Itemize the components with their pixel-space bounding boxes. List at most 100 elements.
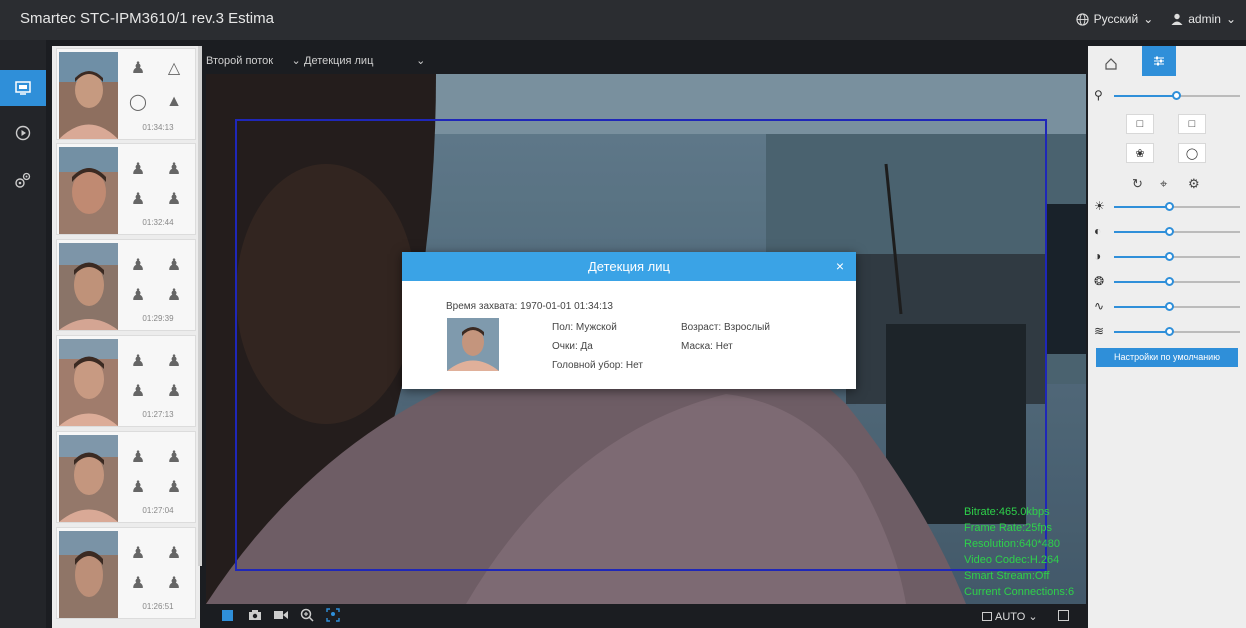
person-icon: ♟ (166, 575, 182, 592)
aspect-icon (982, 612, 992, 621)
capture-time: 01:26:51 (142, 602, 174, 611)
slider-knob[interactable] (1165, 202, 1174, 211)
bottle-icon: △ (167, 60, 181, 77)
person-icon: ♟ (130, 353, 146, 370)
tab-image-adjust[interactable] (1142, 46, 1176, 76)
gears-icon (15, 172, 31, 188)
top-bar: Smartec STC-IPM3610/1 rev.3 Estima Русск… (0, 0, 1246, 40)
language-selector[interactable]: Русский ⌄ (1076, 12, 1154, 26)
capture-card[interactable]: ♟ ♟ ♟ ♟ 01:26:51 (56, 527, 196, 619)
focus-near-button[interactable]: ❀ (1126, 143, 1154, 163)
slider-track (1114, 281, 1169, 283)
stream-label: Второй поток (206, 55, 274, 67)
zoom-out-button[interactable]: □ (1126, 114, 1154, 134)
person-icon: ♟ (166, 383, 182, 400)
restore-defaults-label: Настройки по умолчанию (1114, 352, 1220, 362)
stat-connections: Current Connections:6 (964, 586, 1075, 598)
stream-mode-selector[interactable]: AUTO ⌄ (982, 610, 1038, 623)
stat-codec: Video Codec:H.264 (964, 554, 1060, 566)
noise-slider[interactable]: ≋ (1094, 324, 1240, 340)
face-thumbnail (59, 339, 118, 426)
slider-knob[interactable] (1165, 252, 1174, 261)
capture-time: 01:27:13 (142, 410, 174, 419)
square-icon: □ (1188, 118, 1196, 130)
close-icon[interactable]: × (836, 252, 844, 281)
stream-mode-label: AUTO (995, 610, 1026, 623)
headwear-text: Головной убор: Нет (552, 360, 643, 371)
capture-time: 01:34:13 (142, 123, 174, 132)
frame-icon[interactable]: ⌖ (1160, 176, 1167, 192)
video-controls: AUTO ⌄ (206, 604, 1086, 628)
zoom-in-icon[interactable] (300, 608, 314, 622)
home-icon (1105, 58, 1117, 70)
person-icon: ♟ (166, 257, 182, 274)
person-icon: ♟ (130, 449, 146, 466)
stop-icon[interactable] (222, 610, 233, 621)
nav-live-view[interactable] (0, 70, 46, 106)
brightness-icon: ☀ (1094, 199, 1105, 213)
face-detect-icon[interactable] (326, 608, 340, 622)
slider-track-rest (1169, 281, 1240, 283)
nav-settings[interactable] (0, 162, 46, 198)
person-icon: ♟ (130, 191, 146, 208)
mode-label: Детекция лиц (304, 55, 374, 67)
settings-icon[interactable]: ⚙ (1188, 176, 1200, 192)
slider-track (1114, 306, 1169, 308)
stat-framerate: Frame Rate:25fps (964, 522, 1053, 534)
capture-time: 01:32:44 (142, 218, 174, 227)
sharpness-slider[interactable]: ∿ (1094, 299, 1240, 315)
slider-knob[interactable] (1165, 277, 1174, 286)
face-thumbnail (59, 147, 118, 234)
capture-list-scrollbar[interactable] (198, 46, 202, 566)
person-icon: ♟ (130, 161, 146, 178)
slider-knob[interactable] (1172, 91, 1181, 100)
capture-card[interactable]: ♟ ♟ ♟ ♟ 01:29:39 (56, 239, 196, 331)
record-icon[interactable] (274, 610, 288, 620)
nav-playback[interactable] (0, 115, 46, 151)
fullscreen-icon[interactable] (1058, 610, 1069, 621)
focus-far-button[interactable]: ◯ (1178, 143, 1206, 163)
slider-track-rest (1176, 95, 1240, 97)
person-icon: ♟ (130, 479, 146, 496)
saturation-slider[interactable]: ◑ (1094, 249, 1240, 265)
contrast-slider[interactable]: ◐ (1094, 224, 1240, 240)
capture-card[interactable]: ♟ ♟ ♟ ♟ 01:27:04 (56, 431, 196, 523)
capture-card[interactable]: ♟ ♟ ♟ ♟ 01:32:44 (56, 143, 196, 235)
sliders-icon (1154, 56, 1164, 66)
capture-card[interactable]: ♟ ♟ ♟ ♟ 01:27:13 (56, 335, 196, 427)
dialog-title: Детекция лиц (588, 259, 670, 274)
play-circle-icon (15, 125, 31, 141)
refresh-icon[interactable]: ↻ (1132, 176, 1143, 192)
person-icon: ♟ (166, 449, 182, 466)
slider-track (1114, 256, 1169, 258)
zoom-slider[interactable]: ⚲ (1094, 88, 1240, 104)
camera-icon[interactable] (248, 609, 262, 621)
slider-track (1114, 95, 1176, 97)
face-thumbnail (59, 435, 118, 522)
slider-knob[interactable] (1165, 327, 1174, 336)
stat-smart-stream: Smart Stream:Off (964, 570, 1050, 582)
stream-selector[interactable]: Второй поток ⌄ (206, 54, 301, 67)
person-icon: ♟ (130, 287, 146, 304)
slider-knob[interactable] (1165, 302, 1174, 311)
hue-slider[interactable]: ❂ (1094, 274, 1240, 290)
focus-icon: ◯ (1185, 147, 1199, 160)
saturation-icon: ◑ (1094, 249, 1102, 263)
capture-list: ♟ △ ◯ ▲ 01:34:13 ♟ ♟ ♟ ♟ 01:32:44 ♟ ♟ ♟ … (52, 46, 200, 628)
left-nav (0, 40, 46, 628)
zoom-icon: ⚲ (1094, 88, 1103, 102)
restore-defaults-button[interactable]: Настройки по умолчанию (1096, 348, 1238, 367)
mask-text: Маска: Нет (681, 341, 733, 352)
user-label: admin (1188, 12, 1221, 26)
user-menu[interactable]: admin ⌄ (1171, 12, 1236, 26)
zoom-in-button[interactable]: □ (1178, 114, 1206, 134)
language-label: Русский (1093, 12, 1139, 26)
tab-home[interactable] (1096, 52, 1126, 76)
chevron-down-icon: ⌄ (1143, 12, 1154, 26)
globe-icon (1076, 12, 1089, 26)
slider-knob[interactable] (1165, 227, 1174, 236)
brightness-slider[interactable]: ☀ (1094, 199, 1240, 215)
mode-selector[interactable]: Детекция лиц ⌄ (304, 54, 425, 67)
capture-card[interactable]: ♟ △ ◯ ▲ 01:34:13 (56, 48, 196, 140)
person-icon: ♟ (130, 257, 146, 274)
